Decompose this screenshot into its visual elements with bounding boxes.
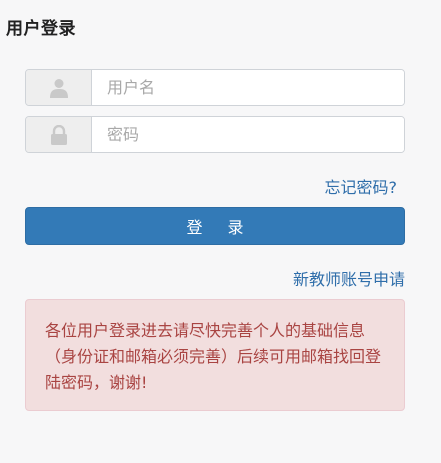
login-button[interactable]: 登 录: [25, 207, 405, 245]
user-icon: [26, 70, 92, 105]
password-field: [25, 116, 405, 153]
forgot-password-link[interactable]: 忘记密码?: [325, 174, 398, 198]
page-title: 用户登录: [6, 19, 76, 39]
username-field: [25, 69, 405, 106]
notice-text: 各位用户登录进去请尽快完善个人的基础信息（身份证和邮箱必须完善）后续可用邮箱找回…: [45, 321, 382, 392]
login-page: 用户登录 忘记密码? 登 录 新教师账号申请 各位用户登录进去请尽快完善个人的基…: [0, 0, 441, 463]
notice-alert: 各位用户登录进去请尽快完善个人的基础信息（身份证和邮箱必须完善）后续可用邮箱找回…: [25, 299, 405, 411]
password-input[interactable]: [92, 117, 404, 152]
new-teacher-register-link[interactable]: 新教师账号申请: [293, 266, 405, 290]
lock-icon: [26, 117, 92, 152]
username-input[interactable]: [92, 70, 404, 105]
